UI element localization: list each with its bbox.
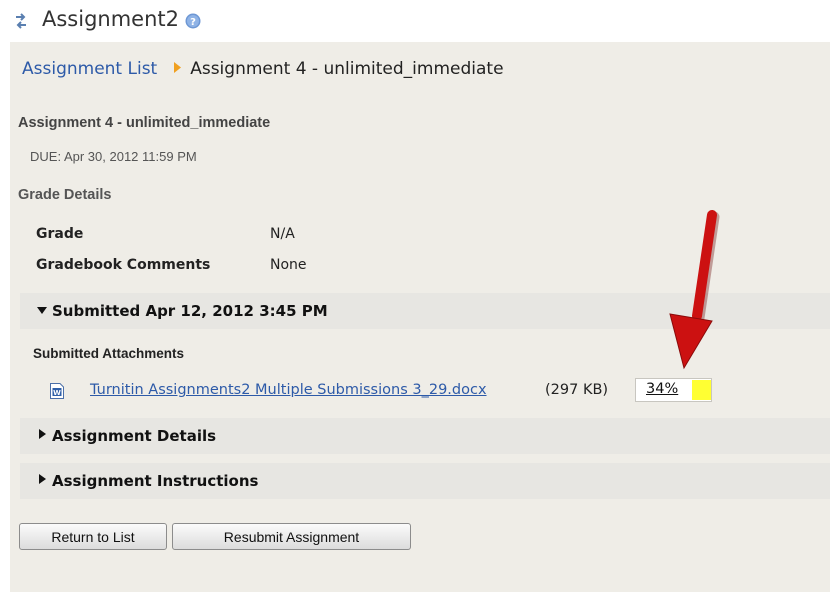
submission-header: Submitted Apr 12, 2012 3:45 PM bbox=[52, 302, 328, 320]
assignment-instructions-toggle[interactable]: Assignment Instructions bbox=[20, 463, 830, 499]
due-date: DUE: Apr 30, 2012 11:59 PM bbox=[30, 149, 197, 164]
submission-toggle[interactable]: Submitted Apr 12, 2012 3:45 PM bbox=[20, 293, 830, 329]
originality-score-box[interactable]: 34% bbox=[635, 378, 712, 402]
grade-value: N/A bbox=[270, 226, 295, 242]
svg-text:?: ? bbox=[190, 17, 196, 28]
assignment-details-label: Assignment Details bbox=[52, 427, 217, 445]
attachment-file-link[interactable]: Turnitin Assignments2 Multiple Submissio… bbox=[90, 382, 487, 398]
collapsed-triangle-icon bbox=[39, 474, 46, 484]
originality-color-swatch bbox=[692, 380, 711, 400]
swap-arrows-icon[interactable] bbox=[14, 12, 28, 30]
grade-details-heading: Grade Details bbox=[18, 187, 112, 203]
submitted-attachments-heading: Submitted Attachments bbox=[33, 346, 185, 361]
expanded-triangle-icon bbox=[37, 307, 47, 314]
orange-arrow-right-icon bbox=[174, 58, 182, 78]
resubmit-assignment-button[interactable]: Resubmit Assignment bbox=[172, 523, 411, 550]
tool-title-bar: Assignment2 ? bbox=[0, 0, 830, 42]
originality-score-link[interactable]: 34% bbox=[646, 381, 678, 397]
svg-text:W: W bbox=[53, 389, 61, 397]
gradebook-comments-label: Gradebook Comments bbox=[36, 257, 211, 273]
assignment-details-toggle[interactable]: Assignment Details bbox=[20, 418, 830, 454]
attachment-file-size: (297 KB) bbox=[545, 382, 609, 398]
main-panel: Assignment List Assignment 4 - unlimited_… bbox=[10, 42, 830, 592]
gradebook-comments-value: None bbox=[270, 257, 307, 273]
grade-label: Grade bbox=[36, 226, 84, 242]
collapsed-triangle-icon bbox=[39, 429, 46, 439]
breadcrumb-current: Assignment 4 - unlimited_immediate bbox=[190, 59, 504, 79]
tool-title: Assignment2 bbox=[42, 7, 180, 31]
breadcrumb: Assignment List Assignment 4 - unlimited_… bbox=[22, 59, 504, 79]
word-document-icon: W bbox=[50, 383, 64, 399]
breadcrumb-assignment-list-link[interactable]: Assignment List bbox=[22, 59, 157, 79]
help-icon[interactable]: ? bbox=[185, 13, 201, 29]
assignment-title: Assignment 4 - unlimited_immediate bbox=[18, 115, 271, 131]
return-to-list-button[interactable]: Return to List bbox=[19, 523, 167, 550]
assignment-instructions-label: Assignment Instructions bbox=[52, 472, 259, 490]
